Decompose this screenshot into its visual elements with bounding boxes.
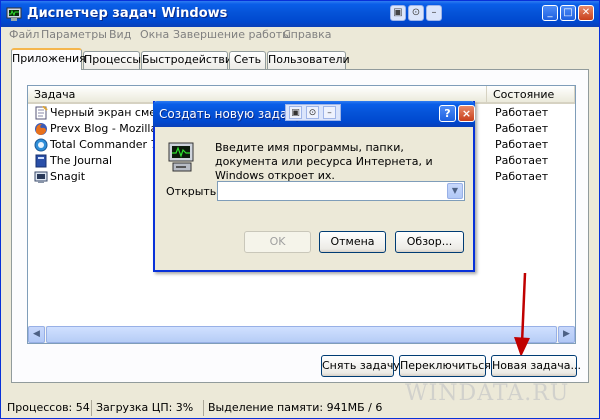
restore-mini-icon[interactable]: ▣ <box>390 5 406 21</box>
tab-applications[interactable]: Приложения <box>11 48 86 70</box>
minimize-icon[interactable]: – <box>323 106 336 119</box>
end-task-button[interactable]: Снять задачу <box>321 355 400 377</box>
create-new-task-dialog: Создать новую задачу ? × Введите имя про… <box>153 101 475 272</box>
column-header-status[interactable]: Состояние <box>487 86 575 104</box>
dialog-title: Создать новую задачу <box>159 107 302 121</box>
status-bar: Процессов: 54 Загрузка ЦП: 3% Выделение … <box>1 397 599 418</box>
task-status: Работает <box>495 138 549 151</box>
menu-options[interactable]: Параметры <box>41 28 107 41</box>
snagit-icon <box>34 171 48 183</box>
ok-button[interactable]: OK <box>244 231 311 253</box>
task-name: The Journal <box>50 154 112 167</box>
task-status: Работает <box>495 170 549 183</box>
tab-performance[interactable]: Быстродействие <box>141 51 239 69</box>
title-bar[interactable]: Диспетчер задач Windows ▣ ⊙ – _ □ ✕ <box>1 1 599 27</box>
notepad-icon <box>35 106 48 120</box>
red-arrow-icon <box>514 272 530 357</box>
totalcmd-icon <box>34 138 48 152</box>
status-processes: Процессов: 54 <box>7 401 90 414</box>
task-status: Работает <box>495 122 549 135</box>
switch-to-button[interactable]: Переключиться <box>399 355 491 377</box>
minimize-mini-icon[interactable]: – <box>426 5 442 21</box>
floating-mini-toolbar: ▣ ⊙ – <box>285 104 341 121</box>
window-title: Диспетчер задач Windows <box>27 6 228 21</box>
scroll-right-icon[interactable]: ▶ <box>558 326 575 343</box>
maximize-button[interactable]: □ <box>560 5 576 21</box>
tab-processes[interactable]: Процессы <box>83 51 141 69</box>
minimize-button[interactable]: _ <box>542 5 558 21</box>
open-input[interactable] <box>220 183 444 199</box>
tab-network[interactable]: Сеть <box>229 51 266 69</box>
cancel-button[interactable]: Отмена <box>319 231 386 253</box>
close-button[interactable]: ✕ <box>578 5 594 21</box>
restore-icon[interactable]: ▣ <box>289 106 302 119</box>
menu-help[interactable]: Справка <box>283 28 331 41</box>
tab-users[interactable]: Пользователи <box>267 51 350 69</box>
status-cpu: Загрузка ЦП: 3% <box>91 400 201 416</box>
dialog-close-button[interactable]: × <box>458 105 475 122</box>
open-combobox[interactable]: ▼ <box>217 181 465 201</box>
new-task-button[interactable]: Новая задача... <box>491 355 581 377</box>
status-memory: Выделение памяти: 941МБ / 6 <box>203 400 403 416</box>
menu-windows[interactable]: Окна <box>140 28 169 41</box>
task-status: Работает <box>495 106 549 119</box>
task-name: Snagit <box>50 170 86 183</box>
firefox-icon <box>35 123 47 135</box>
open-label: Открыть: <box>166 185 220 198</box>
chevron-down-icon[interactable]: ▼ <box>447 183 463 199</box>
menu-file[interactable]: Файл <box>9 28 39 41</box>
menu-shutdown[interactable]: Завершение работы <box>173 28 291 41</box>
task-status: Работает <box>495 154 549 167</box>
computer-icon <box>168 142 194 172</box>
scroll-left-icon[interactable]: ◀ <box>28 326 45 343</box>
horizontal-scrollbar[interactable]: ◀ ▶ <box>28 326 575 343</box>
pin-mini-icon[interactable]: ⊙ <box>408 5 424 21</box>
journal-icon <box>35 154 47 168</box>
menu-bar: Файл Параметры Вид Окна Завершение работ… <box>1 27 599 43</box>
browse-button[interactable]: Обзор... <box>395 231 464 253</box>
scroll-thumb[interactable] <box>46 326 557 343</box>
dialog-description: Введите имя программы, папки, документа … <box>215 141 433 182</box>
task-manager-app-icon <box>6 7 22 21</box>
menu-view[interactable]: Вид <box>109 28 131 41</box>
pin-icon[interactable]: ⊙ <box>306 106 319 119</box>
help-button[interactable]: ? <box>439 105 456 122</box>
